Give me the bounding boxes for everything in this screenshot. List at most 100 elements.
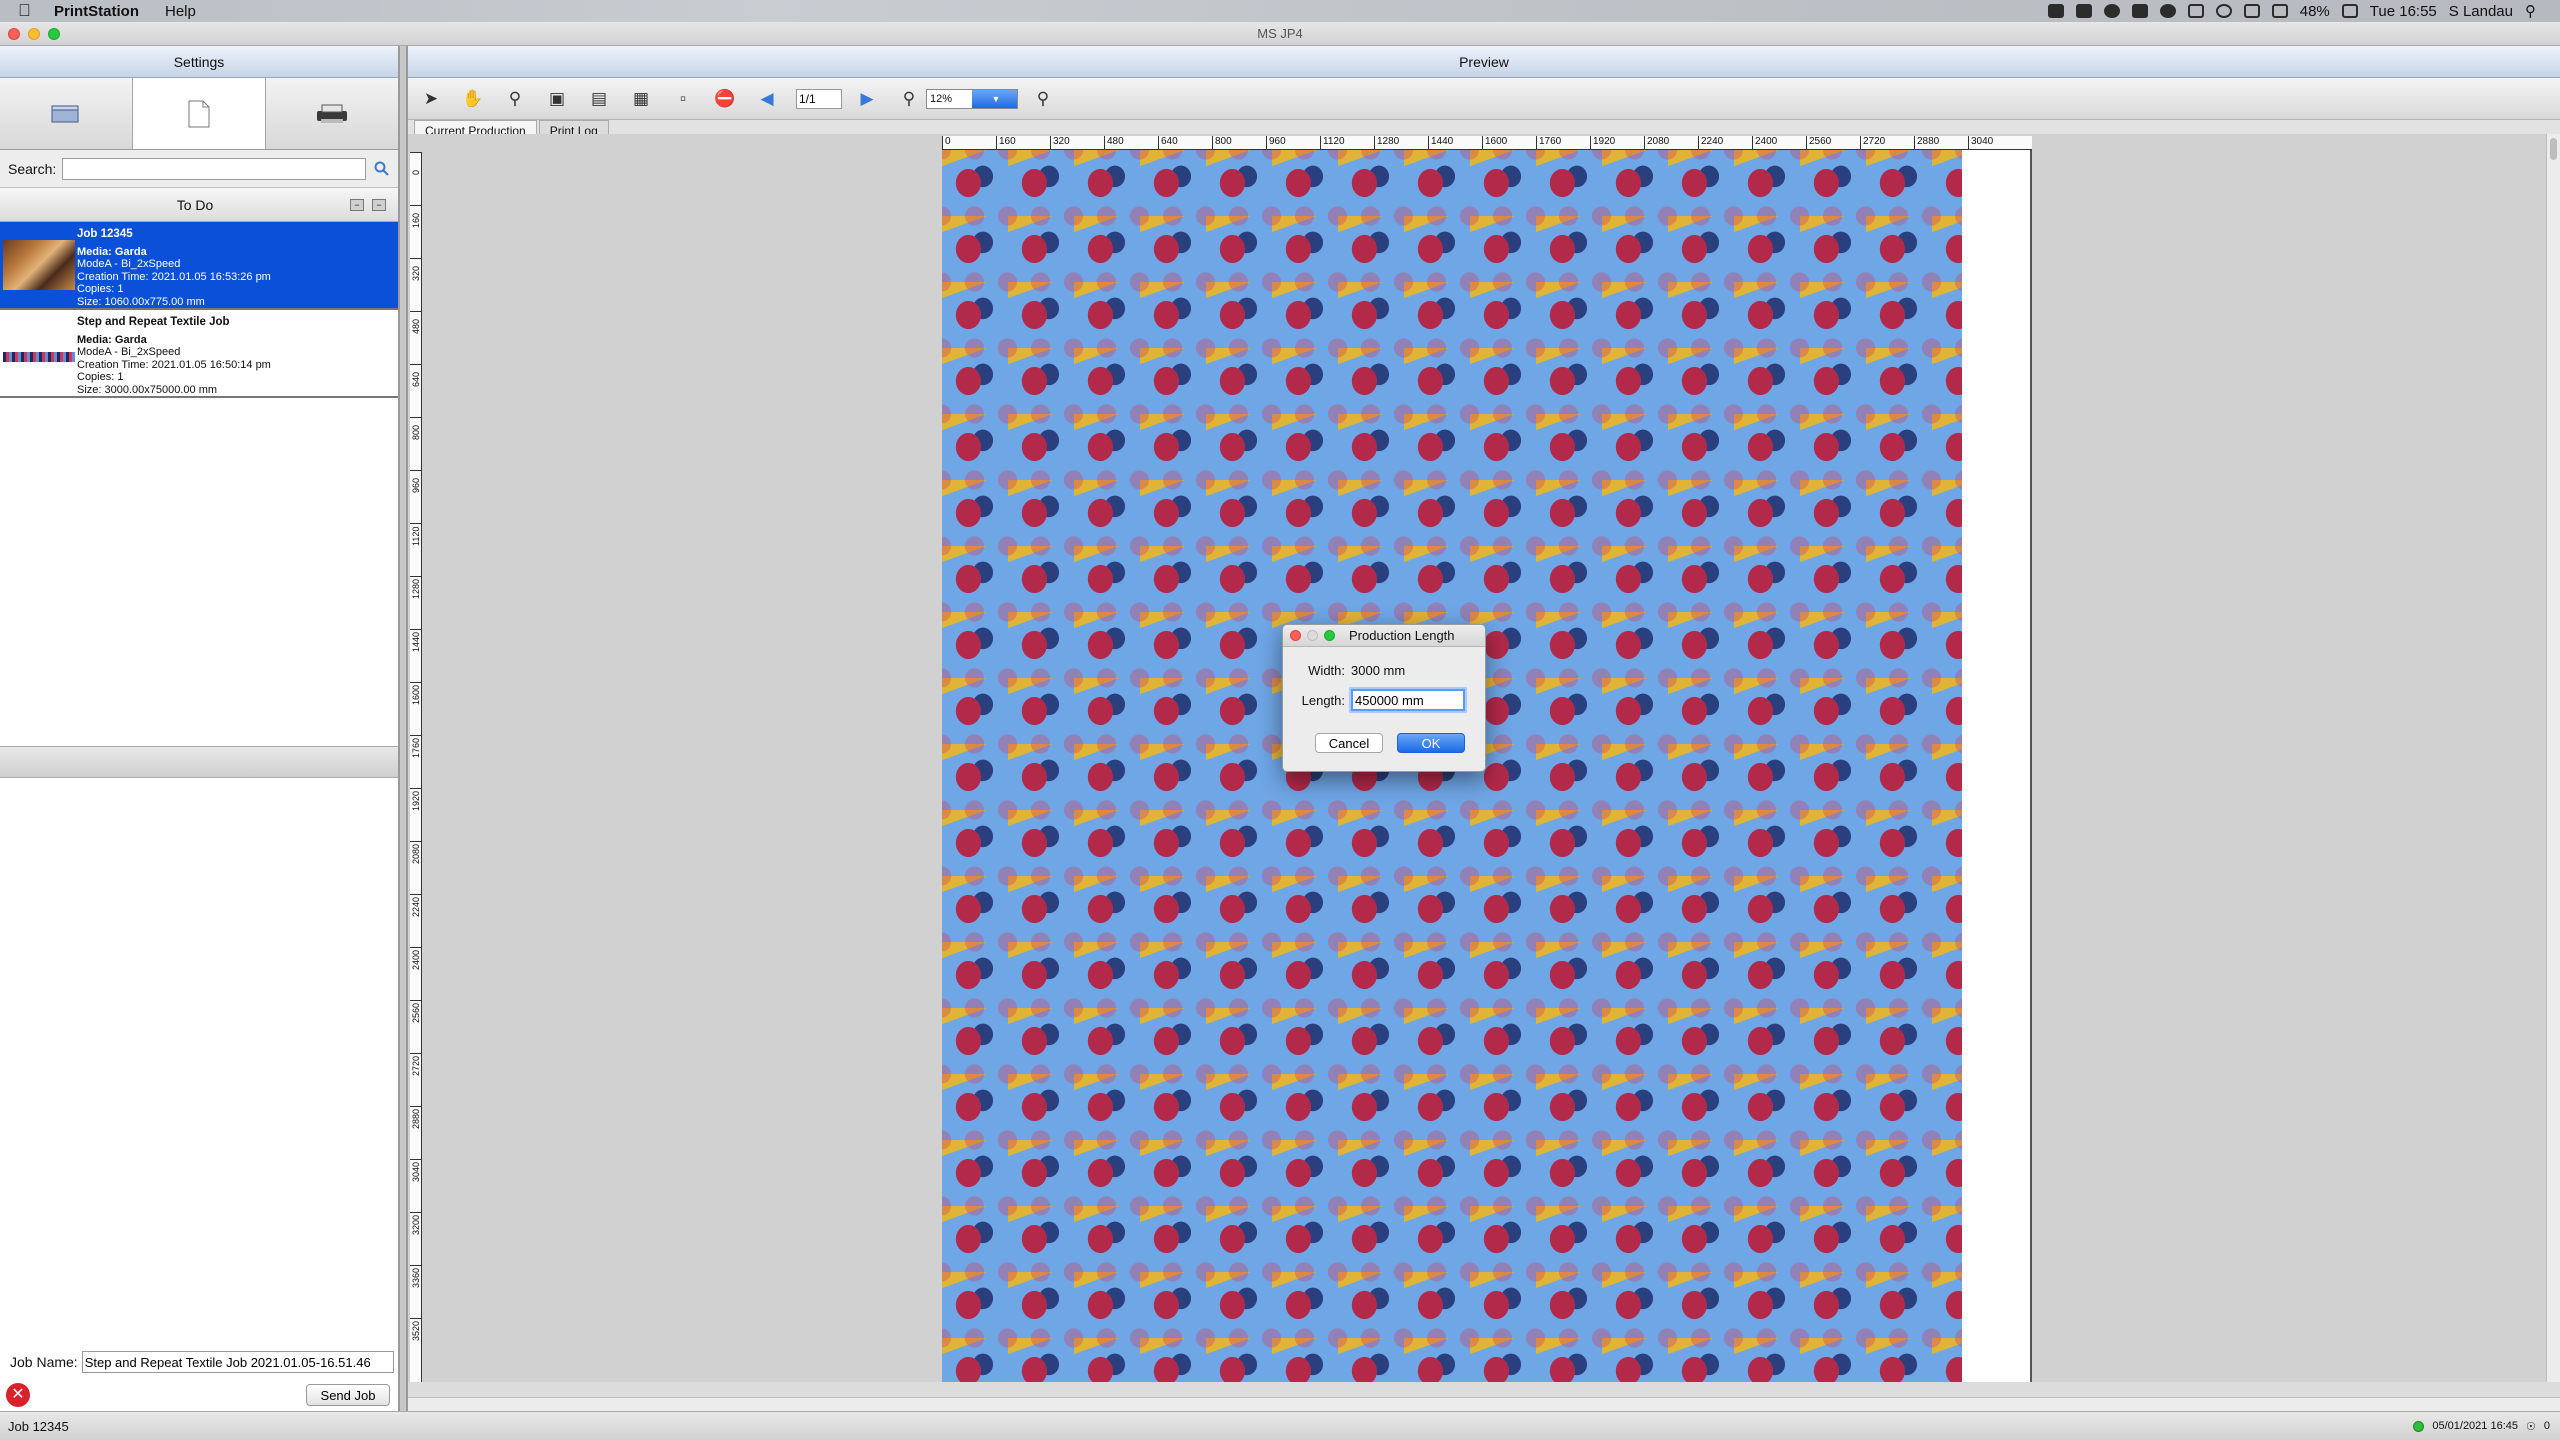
job-created: Creation Time: 2021.01.05 16:53:26 pm — [77, 270, 271, 283]
chevron-down-icon[interactable]: ▼ — [972, 89, 1017, 108]
job-mode: ModeA - Bi_2xSpeed — [77, 346, 181, 358]
vertical-scrollbar[interactable] — [2546, 134, 2560, 1382]
ok-button[interactable]: OK — [1397, 733, 1465, 753]
pointer-tool-icon[interactable]: ➤ — [418, 86, 444, 112]
screen-mirroring-icon[interactable] — [2187, 4, 2204, 18]
job-name-row: Job Name: — [0, 1346, 398, 1378]
app-menu[interactable]: PrintStation — [54, 3, 139, 20]
ruler-tick-label: 160 — [410, 205, 422, 228]
ruler-tick-label: 320 — [410, 258, 422, 281]
previous-page-icon[interactable]: ◀ — [754, 86, 780, 112]
apple-icon[interactable]:  — [18, 1, 38, 21]
collapse-icon[interactable]: − — [350, 198, 364, 211]
ruler-tick-label: 2240 — [1698, 136, 1723, 150]
status-bar: Job 12345 05/01/2021 16:45 ☉ 0 — [0, 1411, 2560, 1440]
fit-page-icon[interactable]: ▣ — [544, 86, 570, 112]
add-page-icon[interactable]: ▫ — [670, 86, 696, 112]
clock[interactable]: Tue 16:55 — [2370, 3, 2437, 20]
cancel-button[interactable]: Cancel — [1315, 733, 1383, 753]
settings-header: Settings — [0, 46, 398, 78]
ruler-tick-label: 2400 — [410, 947, 422, 970]
bluetooth-icon[interactable] — [2215, 4, 2232, 18]
battery-icon[interactable] — [2341, 4, 2358, 18]
ruler-tick-label: 2560 — [410, 1000, 422, 1023]
shield-icon[interactable] — [2159, 4, 2176, 18]
job-name-input[interactable] — [81, 1351, 394, 1373]
zoom-in-icon[interactable]: ⚲ — [1030, 86, 1056, 112]
ruler-tick-label: 1760 — [1536, 136, 1561, 150]
window-zoom-button[interactable] — [48, 28, 60, 40]
help-menu[interactable]: Help — [165, 3, 196, 20]
tab-printer[interactable] — [266, 78, 398, 149]
job-size: Size: 3000.00x75000.00 mm — [77, 383, 218, 396]
tab-media[interactable] — [0, 78, 133, 149]
job-size: Size: 1060.00x775.00 mm — [77, 295, 205, 308]
job-thumbnail — [3, 240, 75, 290]
chat-icon[interactable] — [2131, 4, 2148, 18]
ruler-tick-label: 800 — [1212, 136, 1232, 150]
ruler-tick-label: 1600 — [410, 682, 422, 705]
actual-size-icon[interactable]: ▦ — [628, 86, 654, 112]
job-row-step-and-repeat[interactable]: Step and Repeat Textile Job Media: Garda… — [0, 310, 398, 398]
user-name[interactable]: S Landau — [2449, 3, 2513, 20]
zoom-value: 12% — [930, 92, 953, 105]
dialog-zoom-button[interactable] — [1324, 630, 1335, 641]
ruler-tick-label: 0 — [410, 152, 422, 175]
ruler-tick-label: 1280 — [410, 576, 422, 599]
job-row-job-12345[interactable]: Job 12345 Media: Garda ModeA - Bi_2xSpee… — [0, 222, 398, 310]
expand-icon[interactable]: − — [372, 198, 386, 211]
search-input[interactable] — [62, 157, 366, 180]
status-icons: 48% Tue 16:55 S Landau ⚲ — [2047, 2, 2536, 20]
length-label: Length: — [1301, 692, 1345, 708]
page-number-field[interactable] — [796, 88, 842, 109]
send-job-button[interactable]: Send Job — [306, 1384, 390, 1406]
fit-width-icon[interactable]: ▤ — [586, 86, 612, 112]
zoom-select[interactable]: 12% ▼ — [926, 88, 1018, 109]
todo-title: To Do — [176, 196, 214, 213]
tab-document[interactable] — [133, 78, 266, 149]
ruler-tick-label: 1760 — [410, 735, 422, 758]
window-minimize-button[interactable] — [28, 28, 40, 40]
delete-page-icon[interactable]: ⛔ — [712, 86, 738, 112]
preview-title: Preview — [1459, 53, 1509, 70]
search-label: Search: — [8, 160, 57, 177]
job-media: Media: Garda — [77, 333, 147, 346]
ruler-tick-label: 480 — [410, 311, 422, 334]
ruler-tick-label: 960 — [410, 470, 422, 493]
settings-title: Settings — [173, 53, 225, 70]
job-copies: Copies: 1 — [77, 283, 124, 295]
spotlight-search-icon[interactable]: ⚲ — [2525, 2, 2536, 20]
search-go-icon[interactable] — [374, 161, 390, 177]
volume-icon[interactable] — [2243, 4, 2260, 18]
ruler-tick-label: 1440 — [1428, 136, 1453, 150]
zoom-out-icon[interactable]: ⚲ — [896, 86, 922, 112]
width-row: Width: 3000 mm — [1283, 663, 1405, 678]
job-media: Media: Garda — [77, 245, 147, 258]
ruler-tick-label: 3520 — [410, 1318, 422, 1341]
ruler-tick-label: 1120 — [410, 523, 422, 546]
dialog-minimize-button — [1307, 630, 1318, 641]
job-created: Creation Time: 2021.01.05 16:50:14 pm — [77, 358, 271, 371]
dialog-title: Production Length — [1349, 628, 1455, 643]
app-tray-icon[interactable] — [2075, 4, 2092, 18]
panel-splitter[interactable] — [0, 746, 398, 778]
media-roll-icon — [51, 105, 79, 122]
ruler-tick-label: 1440 — [410, 629, 422, 652]
wifi-icon[interactable] — [2271, 4, 2288, 18]
window-close-button[interactable] — [8, 28, 20, 40]
error-icon[interactable]: ✕ — [6, 1383, 30, 1407]
hand-tool-icon[interactable]: ✋ — [460, 86, 486, 112]
ruler-tick-label: 2880 — [1914, 136, 1939, 150]
ruler-tick-label: 2400 — [1752, 136, 1777, 150]
next-page-icon[interactable]: ▶ — [854, 86, 880, 112]
ruler-tick-label: 2720 — [410, 1053, 422, 1076]
horizontal-scrollbar[interactable] — [408, 1397, 2560, 1411]
length-input[interactable] — [1351, 689, 1465, 711]
cloud-icon[interactable] — [2103, 4, 2120, 18]
ruler-tick-label: 1600 — [1482, 136, 1507, 150]
ruler-tick-label: 160 — [996, 136, 1016, 150]
dialog-close-button[interactable] — [1290, 630, 1301, 641]
zoom-tool-icon[interactable]: ⚲ — [502, 86, 528, 112]
scroll-thumb[interactable] — [2550, 138, 2557, 160]
screen-record-icon[interactable] — [2047, 4, 2064, 18]
